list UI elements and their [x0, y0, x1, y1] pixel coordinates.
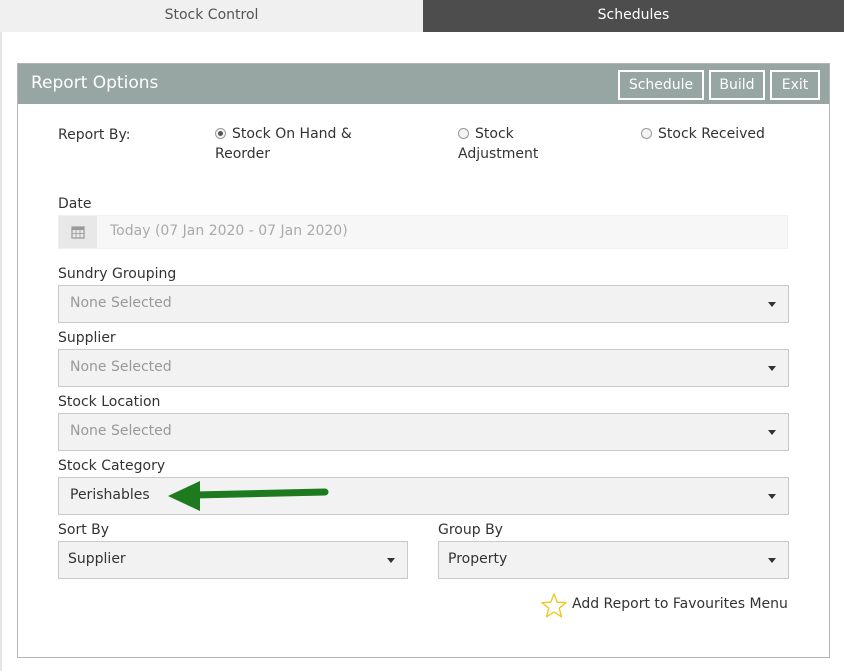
stock-location-label: Stock Location	[58, 394, 161, 410]
caret-down-icon	[768, 366, 776, 371]
radio-label-line2: Reorder	[215, 146, 271, 162]
radio-label-line1: Stock On Hand &	[232, 126, 352, 142]
tab-schedules[interactable]: Schedules	[423, 0, 844, 32]
radio-stock-adjustment[interactable]: Stock Adjustment	[458, 124, 538, 164]
stock-location-select[interactable]: None Selected	[58, 413, 789, 451]
supplier-label: Supplier	[58, 330, 116, 346]
tab-bar: Stock Control Schedules	[0, 0, 844, 32]
caret-down-icon	[768, 558, 776, 563]
sundry-grouping-select[interactable]: None Selected	[58, 285, 789, 323]
date-range-value: Today (07 Jan 2020 - 07 Jan 2020)	[110, 223, 348, 239]
schedule-button[interactable]: Schedule	[618, 70, 704, 100]
star-icon[interactable]	[540, 592, 568, 620]
caret-down-icon	[387, 558, 395, 563]
report-by-label: Report By:	[58, 127, 131, 143]
select-value: None Selected	[70, 295, 172, 311]
caret-down-icon	[768, 302, 776, 307]
select-value: None Selected	[70, 359, 172, 375]
select-value: None Selected	[70, 423, 172, 439]
date-range-field[interactable]: Today (07 Jan 2020 - 07 Jan 2020)	[58, 215, 788, 249]
radio-label-line2: Adjustment	[458, 146, 539, 162]
left-edge-divider	[0, 32, 2, 671]
sort-by-select[interactable]: Supplier	[58, 541, 408, 579]
panel-title: Report Options	[31, 73, 159, 93]
tab-stock-control[interactable]: Stock Control	[0, 0, 423, 32]
exit-button[interactable]: Exit	[770, 70, 820, 100]
select-value: Perishables	[70, 487, 150, 503]
add-to-favourites-label: Add Report to Favourites Menu	[572, 596, 788, 612]
calendar-icon[interactable]	[59, 216, 97, 248]
radio-unchecked-icon	[458, 128, 469, 139]
panel-header: Report Options Schedule Build Exit	[18, 64, 829, 104]
sundry-grouping-label: Sundry Grouping	[58, 266, 177, 282]
date-label: Date	[58, 196, 92, 212]
select-value: Supplier	[68, 551, 126, 567]
build-button[interactable]: Build	[709, 70, 765, 100]
supplier-select[interactable]: None Selected	[58, 349, 789, 387]
green-arrow-icon	[168, 481, 329, 511]
report-options-panel: Report Options Schedule Build Exit Repor…	[17, 63, 830, 658]
radio-label-line1: Stock	[475, 126, 514, 142]
caret-down-icon	[768, 430, 776, 435]
radio-stock-on-hand[interactable]: Stock On Hand & Reorder	[215, 124, 352, 164]
radio-label-line1: Stock Received	[658, 126, 765, 142]
caret-down-icon	[768, 494, 776, 499]
group-by-label: Group By	[438, 522, 503, 538]
sort-by-label: Sort By	[58, 522, 110, 538]
select-value: Property	[448, 551, 508, 567]
radio-stock-received[interactable]: Stock Received	[641, 124, 765, 144]
radio-checked-icon	[215, 128, 226, 139]
radio-unchecked-icon	[641, 128, 652, 139]
group-by-select[interactable]: Property	[438, 541, 789, 579]
add-to-favourites-link[interactable]: Add Report to Favourites Menu	[540, 592, 788, 620]
stock-category-label: Stock Category	[58, 458, 166, 474]
